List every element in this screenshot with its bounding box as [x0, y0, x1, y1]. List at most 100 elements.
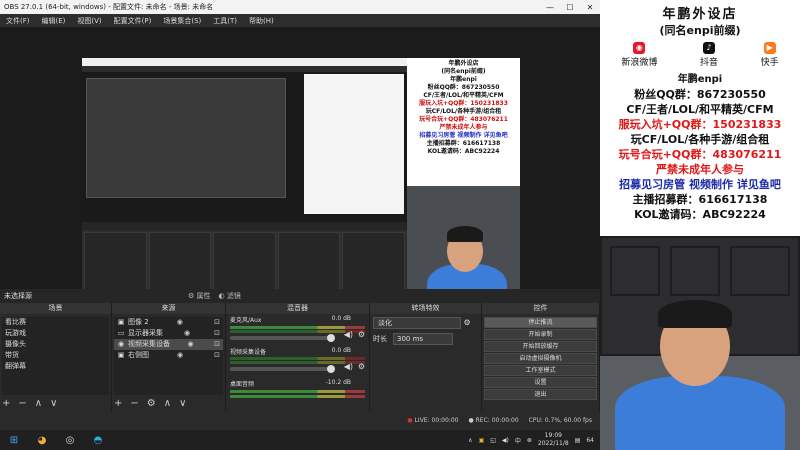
source-item[interactable]: ▣ 图像 2 ◉ ⊡ [114, 317, 223, 328]
live-dot-icon: ● [407, 417, 413, 424]
source-item[interactable]: ▭ 显示器采集 ◉ ⊡ [114, 328, 223, 339]
edge-browser-icon[interactable]: ◓ [84, 430, 112, 450]
douyin-icon: ♪ [702, 42, 715, 54]
move-up-icon[interactable]: ∧ [35, 398, 42, 409]
lock-icon[interactable]: ⊡ [211, 339, 223, 350]
poster-line: KOL邀请码：ABC92224 [634, 208, 766, 221]
mini-poster: 年鹏外设店 (同名enpi前缀) 年鹏enpi 粉丝QQ群：867230550 … [407, 58, 520, 186]
eye-icon[interactable]: ◉ [185, 339, 197, 350]
app-icon[interactable]: ◕ [28, 430, 56, 450]
scene-item[interactable]: 带货 [2, 350, 109, 361]
remove-icon[interactable]: − [130, 398, 138, 409]
lock-icon[interactable]: ⊡ [211, 317, 223, 328]
gear-icon[interactable]: ⚙ [358, 330, 365, 339]
volume-slider[interactable] [230, 365, 335, 373]
move-up-icon[interactable]: ∧ [164, 398, 171, 409]
preview-area[interactable]: 年鹏外设店 (同名enpi前缀) 年鹏enpi 粉丝QQ群：867230550 … [0, 27, 600, 306]
maximize-button[interactable]: ☐ [560, 3, 580, 12]
exit-button[interactable]: 退出 [484, 389, 597, 400]
minimize-button[interactable]: — [540, 3, 560, 12]
menu-scene-collection[interactable]: 场景集合(S) [157, 16, 207, 26]
rec-dot-icon: ● [468, 417, 474, 424]
duration-label: 时长 [373, 335, 387, 343]
scene-item[interactable]: 看比赛 [2, 317, 109, 328]
clock[interactable]: 19:09 2022/11/8 [538, 432, 569, 448]
menu-edit[interactable]: 编辑(E) [36, 16, 72, 26]
eye-icon[interactable]: ◉ [174, 317, 186, 328]
obs-icon[interactable]: ◎ [56, 430, 84, 450]
studio-mode-button[interactable]: 工作室模式 [484, 365, 597, 376]
camera-icon: ◉ [117, 340, 125, 348]
source-item[interactable]: ▣ 右侧图 ◉ ⊡ [114, 350, 223, 361]
volume-icon[interactable]: ◀) [502, 437, 509, 444]
poster-subtitle: (同名enpi前缀) [659, 24, 741, 37]
nested-poster [304, 74, 404, 214]
tray-icon[interactable]: ⊗ [527, 437, 532, 444]
windows-start-icon[interactable]: ⊞ [0, 430, 28, 450]
scene-item[interactable]: 翻弹幕 [2, 361, 109, 372]
menu-file[interactable]: 文件(F) [0, 16, 36, 26]
scene-item[interactable]: 摄像头 [2, 339, 109, 350]
menu-tools[interactable]: 工具(T) [207, 16, 243, 26]
gear-icon[interactable]: ⚙ [464, 318, 471, 327]
add-icon[interactable]: + [2, 398, 10, 409]
nested-docks [82, 230, 407, 294]
filters-button[interactable]: ◐ 滤镜 [219, 291, 241, 301]
move-down-icon[interactable]: ∨ [50, 398, 57, 409]
speaker-icon[interactable]: ◀) [344, 362, 353, 371]
start-recording-button[interactable]: 开始录制 [484, 329, 597, 340]
poster-line: 服玩入坑+QQ群：150231833 [618, 118, 782, 131]
network-icon[interactable]: ◱ [490, 437, 496, 444]
chevron-up-icon[interactable]: ∧ [468, 437, 472, 444]
settings-button[interactable]: 设置 [484, 377, 597, 388]
remove-icon[interactable]: − [18, 398, 26, 409]
eye-icon[interactable]: ◉ [174, 350, 186, 361]
source-item-selected[interactable]: ◉ 视频采集设备 ◉ ⊡ [114, 339, 223, 350]
mixer-header: 混音器 [226, 303, 369, 314]
scenes-dock: 场景 看比赛 玩游戏 摄像头 带货 翻弹幕 + − ∧ ∨ [0, 303, 112, 411]
volume-meter [230, 390, 365, 393]
window-controls: — ☐ ✕ [540, 3, 600, 12]
rec-status: ● REC: 00:00:00 [468, 417, 519, 424]
mixer-channel: 麦克风/Aux 0.0 dB ◀) ⚙ [226, 314, 369, 346]
transitions-dock: 转场特效 淡化 ⚙ 时长 300 ms [370, 303, 482, 411]
menu-profile[interactable]: 配置文件(P) [108, 16, 158, 26]
menu-view[interactable]: 视图(V) [71, 16, 107, 26]
virtual-camera-button[interactable]: 启动虚拟摄像机 [484, 353, 597, 364]
lock-icon[interactable]: ⊡ [211, 328, 223, 339]
volume-meter [230, 326, 365, 329]
preview-canvas[interactable]: 年鹏外设店 (同名enpi前缀) 年鹏enpi 粉丝QQ群：867230550 … [82, 58, 520, 306]
lock-icon[interactable]: ⊡ [211, 350, 223, 361]
duration-input[interactable]: 300 ms [393, 333, 453, 345]
scene-item[interactable]: 玩游戏 [2, 328, 109, 339]
no-source-label: 未选择源 [4, 292, 32, 300]
nested-obs-capture [82, 58, 407, 306]
ime-indicator[interactable]: 中 [515, 436, 521, 445]
social-links: ◉ 新浪微博 ♪ 抖音 ▶ 快手 [621, 42, 779, 68]
live-status: ● LIVE: 00:00:00 [407, 417, 459, 424]
poster-line: 主播招募群：616617138 [632, 193, 768, 206]
gear-icon: ⚙ [188, 292, 195, 300]
stop-streaming-button[interactable]: 停止推流 [484, 317, 597, 328]
menu-help[interactable]: 帮助(H) [243, 16, 280, 26]
gear-icon[interactable]: ⚙ [147, 398, 156, 409]
speaker-icon[interactable]: ◀) [344, 330, 353, 339]
properties-button[interactable]: ⚙ 属性 [188, 291, 211, 301]
mixer-channel: 视频采集设备 0.0 dB ◀) ⚙ [230, 347, 365, 373]
poster-line: 玩号合玩+QQ群：483076211 [618, 148, 782, 161]
status-bar: ● LIVE: 00:00:00 ● REC: 00:00:00 CPU: 0.… [0, 411, 600, 430]
eye-icon[interactable]: ◉ [181, 328, 193, 339]
close-button[interactable]: ✕ [580, 3, 600, 12]
controls-dock: 控件 停止推流 开始录制 开始回放缓存 启动虚拟摄像机 工作室模式 设置 退出 [482, 303, 600, 411]
move-down-icon[interactable]: ∨ [179, 398, 186, 409]
transition-select[interactable]: 淡化 [373, 317, 461, 329]
nested-title [82, 58, 407, 66]
replay-buffer-button[interactable]: 开始回放缓存 [484, 341, 597, 352]
volume-slider[interactable] [230, 334, 335, 342]
gear-icon[interactable]: ⚙ [358, 362, 365, 371]
tray-app-icon[interactable]: ▣ [479, 437, 485, 444]
cpu-status: CPU: 0.7%, 60.00 fps [528, 417, 592, 424]
add-icon[interactable]: + [114, 398, 122, 409]
weibo-icon: ◉ [633, 42, 646, 54]
notification-icon[interactable]: ▤ [575, 437, 581, 444]
